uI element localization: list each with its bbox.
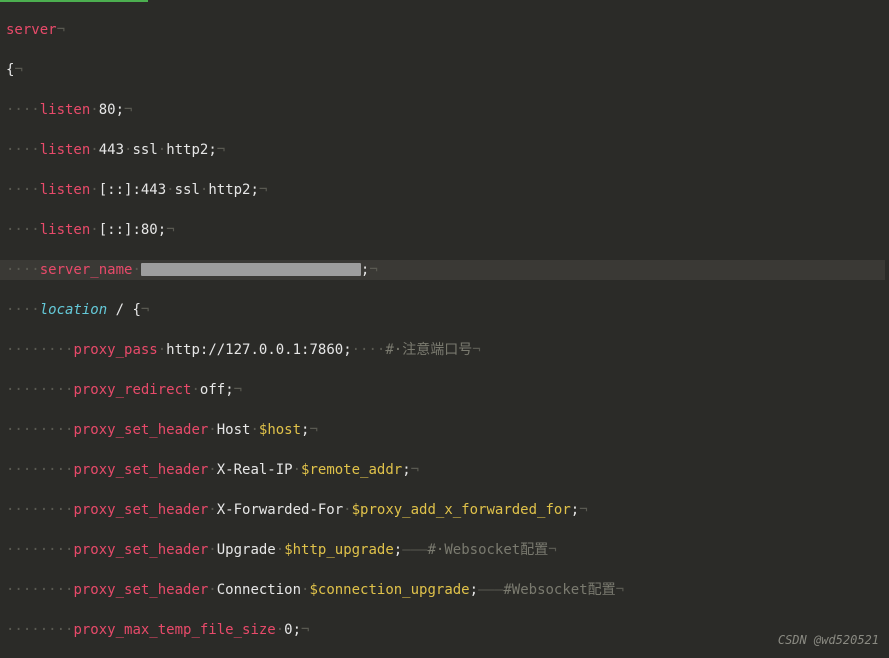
watermark: CSDN @wd520521	[778, 630, 879, 650]
highlighted-line: ····server_name·;¬	[0, 260, 885, 280]
code-editor: server¬ {¬ ····listen·80;¬ ····listen·44…	[0, 0, 889, 658]
redacted-server-name	[141, 263, 361, 276]
kw-server: server	[6, 22, 57, 38]
